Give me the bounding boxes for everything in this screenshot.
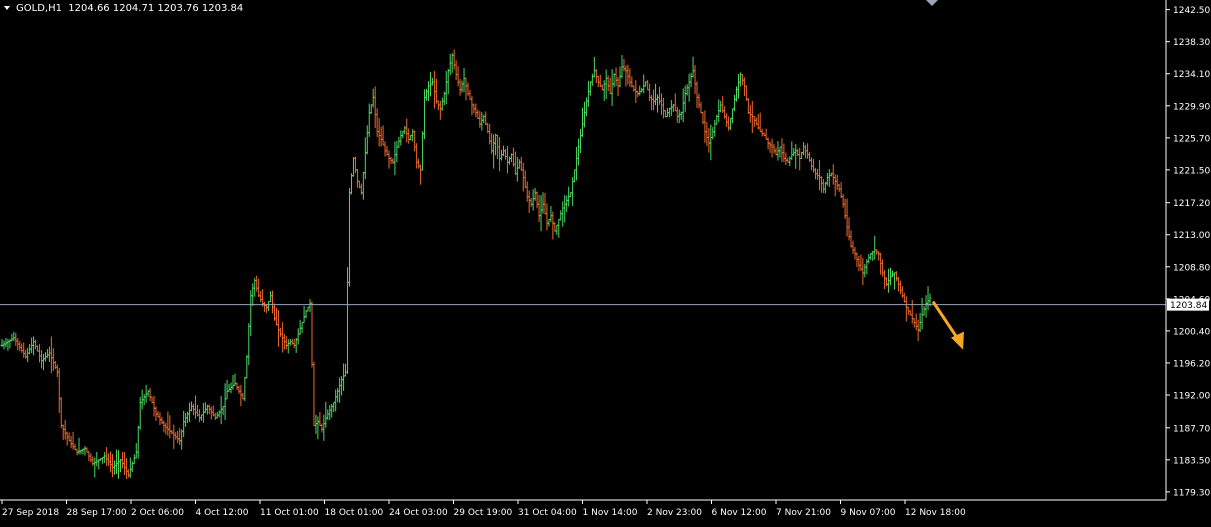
symbol-ohlc-readout: GOLD,H1 1204.66 1204.71 1203.76 1203.84 — [16, 3, 243, 14]
x-tick-label: 4 Oct 12:00 — [196, 508, 249, 518]
price-chart[interactable]: 1242.50 1238.30 1234.10 1229.90 1225.70 1221.… — [0, 0, 1211, 523]
x-tick-label: 11 Oct 01:00 — [260, 508, 319, 518]
y-tick-label: 1229.90 — [1173, 102, 1210, 112]
y-tick-label: 1217.20 — [1173, 199, 1210, 209]
x-tick-label: 2 Nov 23:00 — [647, 508, 702, 518]
x-tick-label: 1 Nov 14:00 — [583, 508, 638, 518]
y-tick-label: 1183.50 — [1173, 456, 1210, 466]
y-tick-label: 1179.30 — [1173, 488, 1210, 498]
x-tick-label: 27 Sep 2018 — [2, 508, 59, 518]
x-tick-label: 29 Oct 19:00 — [454, 508, 513, 518]
price-label-text: 1203.84 — [1170, 301, 1207, 311]
y-tick-label: 1221.50 — [1173, 166, 1210, 176]
x-tick-label: 31 Oct 04:00 — [518, 508, 577, 518]
x-tick-label: 18 Oct 01:00 — [325, 508, 384, 518]
current-price-label: 1203.84 — [1167, 298, 1209, 311]
y-tick-label: 1242.50 — [1173, 6, 1210, 16]
x-tick-label: 2 Oct 06:00 — [131, 508, 184, 518]
y-tick-label: 1234.10 — [1173, 70, 1210, 80]
y-tick-label: 1208.80 — [1173, 263, 1210, 273]
x-tick-label: 12 Nov 18:00 — [905, 508, 966, 518]
chart-window[interactable]: 1242.50 1238.30 1234.10 1229.90 1225.70 1221.… — [0, 0, 1211, 523]
x-tick-label: 24 Oct 03:00 — [389, 508, 448, 518]
y-tick-label: 1213.00 — [1173, 231, 1210, 241]
x-tick-label: 9 Nov 07:00 — [841, 508, 896, 518]
y-tick-label: 1192.00 — [1173, 391, 1210, 401]
y-tick-label: 1196.20 — [1173, 359, 1210, 369]
x-tick-label: 28 Sep 17:00 — [67, 508, 127, 518]
y-tick-label: 1238.30 — [1173, 38, 1210, 48]
x-tick-label: 7 Nov 21:00 — [776, 508, 831, 518]
y-tick-label: 1200.40 — [1173, 327, 1210, 337]
y-tick-label: 1225.70 — [1173, 134, 1210, 144]
x-tick-label: 6 Nov 12:00 — [712, 508, 767, 518]
symbol-header: GOLD,H1 1204.66 1204.71 1203.76 1203.84 — [4, 3, 243, 14]
y-tick-label: 1187.70 — [1173, 424, 1210, 434]
